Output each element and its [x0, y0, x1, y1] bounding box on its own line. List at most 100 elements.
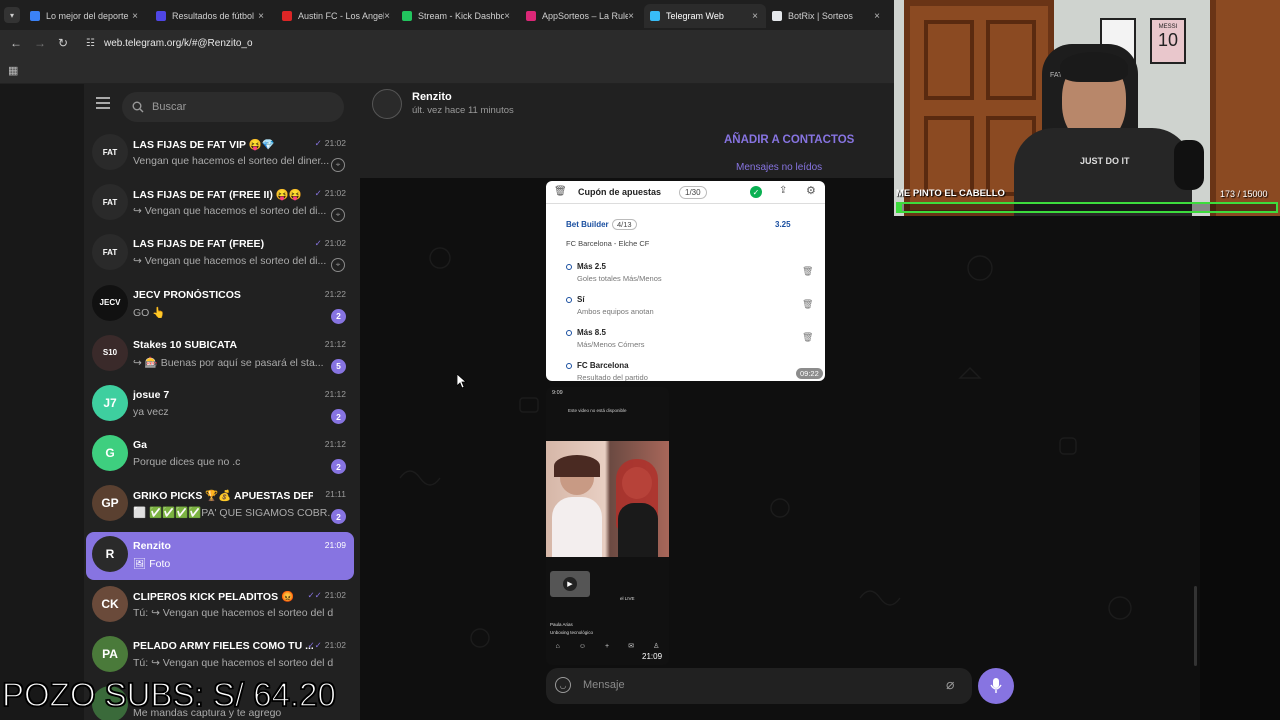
jersey-frame-right: MESSI 10 — [1150, 18, 1186, 64]
goal-progress-bar — [896, 202, 1278, 213]
add-contact-button[interactable]: AÑADIR A CONTACTOS — [724, 134, 854, 146]
person-left-hair — [554, 455, 600, 477]
scrollbar[interactable] — [1194, 586, 1197, 666]
chat-time — [343, 690, 346, 700]
tab-close-icon[interactable]: × — [132, 11, 138, 22]
divider — [546, 203, 825, 204]
chat-time: ✓ 21:02 — [315, 138, 346, 149]
emoji-icon[interactable]: ◡ — [555, 677, 571, 693]
coupon-selection: Más 8.5 Más/Menos Córners 🗑 — [546, 325, 825, 355]
chat-list-item[interactable]: CK CLIPEROS KICK PELADITOS 😡 Tú: ↪ Vengan … — [86, 582, 354, 630]
tab-search-button[interactable]: ▾ — [4, 7, 20, 23]
bet-builder-label: Bet Builder — [566, 220, 609, 229]
message-input[interactable]: Mensaje — [583, 679, 625, 691]
chat-list-item[interactable]: FAT LAS FIJAS DE FAT VIP 😝💎 Vengan que hac… — [86, 130, 354, 178]
back-icon[interactable]: ← — [10, 36, 22, 50]
chat-time: 21:22 — [322, 289, 346, 299]
tab-close-icon[interactable]: × — [628, 11, 634, 22]
tab-close-icon[interactable]: × — [874, 11, 880, 22]
trash-icon: 🗑 — [802, 299, 814, 309]
browser-tab[interactable]: Resultados de fútbol × — [150, 4, 272, 28]
coupon-selection: Sí Ambos equipos anotan 🗑 — [546, 292, 825, 322]
browser-tab[interactable]: BotRix | Sorteos × — [766, 4, 888, 28]
browser-tab[interactable]: Stream - Kick Dashboard× — [396, 4, 518, 28]
chat-avatar: PA — [92, 636, 128, 672]
chat-avatar: GP — [92, 485, 128, 522]
door-panel — [924, 116, 974, 196]
contact-avatar[interactable] — [372, 89, 402, 119]
chat-time: 21:12 — [322, 439, 346, 449]
bookmarks-bar: ▦ — [0, 58, 894, 84]
microphone-icon — [990, 678, 1002, 693]
webcam-overlay: MESSI 10 FATTO JUST DO IT ME PINTO EL CA… — [894, 0, 1280, 216]
chat-time: ✓✓ 21:02 — [307, 590, 346, 601]
tab-close-icon[interactable]: × — [258, 11, 264, 22]
friends-icon: ☺ — [578, 642, 586, 650]
left-gutter — [0, 84, 84, 720]
tab-favicon — [650, 11, 660, 21]
site-info-icon[interactable]: ☷ — [86, 38, 95, 49]
live-label: el LIVE — [620, 596, 635, 601]
photo-time: 21:09 — [642, 652, 663, 661]
chat-list-item[interactable]: S10 Stakes 10 SUBICATA ↪ 🎰 Buenas por aquí… — [86, 331, 354, 379]
voice-record-button[interactable] — [978, 668, 1014, 704]
selection-pick: Más 2.5 — [577, 262, 606, 271]
selection-pick: FC Barcelona — [577, 361, 629, 370]
tab-label: Lo mejor del deporte — [46, 11, 129, 21]
chat-preview: Tú: ↪ Vengan que hacemos el sorteo del d… — [133, 657, 333, 669]
pin-icon: ⌖ — [331, 158, 345, 172]
chat-list-item[interactable]: R Renzito 🖼 Foto 21:09 — [86, 531, 354, 580]
browser-tab[interactable]: Lo mejor del deporte × — [24, 4, 146, 28]
coupon-count: 1/30 — [679, 186, 707, 199]
pin-icon: ⌖ — [331, 208, 345, 223]
browser-tab[interactable]: Austin FC - Los Angeles× — [276, 4, 398, 28]
chat-avatar: G — [92, 435, 128, 472]
microphone-arm — [1174, 140, 1204, 190]
selection-dot — [566, 297, 572, 303]
chat-list-item[interactable]: G Ga Porque dices que no .c 21:12 2 — [86, 431, 354, 479]
message-composer[interactable]: ◡ Mensaje ⌀ — [546, 668, 972, 704]
apps-grid-icon[interactable]: ▦ — [8, 64, 18, 77]
forward-icon[interactable]: → — [34, 36, 46, 50]
contact-name[interactable]: Renzito — [412, 91, 452, 103]
selection-dot — [566, 330, 572, 336]
chat-name: Renzito — [133, 539, 171, 552]
chat-time-text: 21:02 — [324, 238, 346, 249]
inbox-icon: ✉ — [628, 643, 635, 650]
chat-avatar: R — [92, 535, 128, 572]
browser-tab[interactable]: AppSorteos – La Ruleta × — [520, 4, 642, 28]
tab-close-icon[interactable]: × — [504, 11, 510, 22]
chat-list-item[interactable]: J7 josue 7 ya vecz 21:12 2 — [86, 381, 354, 429]
chat-list-item[interactable]: JECV JECV PRONÓSTICOS GO 👆 21:22 2 — [86, 281, 354, 329]
tab-close-icon[interactable]: × — [752, 11, 758, 22]
right-scroll-strip — [1194, 216, 1280, 720]
phone-photo-message[interactable]: 9:09 Este video no está disponible ▶ el … — [546, 387, 669, 665]
tab-close-icon[interactable]: × — [384, 11, 390, 22]
phone-tag: Unboxing tecnológico — [550, 630, 594, 635]
cam-counter: 173 / 15000 — [1220, 189, 1268, 199]
person-left-shirt — [552, 497, 602, 557]
chat-preview: GO 👆 — [133, 306, 166, 319]
unread-badge: 2 — [331, 308, 346, 324]
coupon-photo-message[interactable]: 🗑 Cupón de apuestas 1/30 ✓ ⇪ ⚙ Bet Build… — [546, 181, 825, 381]
chat-time-text: 21:02 — [324, 188, 346, 199]
phone-user: Paula Arias — [550, 622, 573, 627]
chat-list-item[interactable]: PA PELADO ARMY FIELES COMO TU ... Tú: ↪ Ve… — [86, 632, 354, 680]
chat-preview: Porque dices que no .c — [133, 456, 241, 469]
attach-icon[interactable]: ⌀ — [946, 676, 954, 693]
reload-icon[interactable]: ↻ — [58, 36, 68, 50]
tab-favicon — [772, 11, 782, 21]
browser-tab[interactable]: Telegram Web × — [644, 4, 766, 28]
last-seen: últ. vez hace 11 minutos — [412, 105, 514, 116]
chat-list-item[interactable]: FAT LAS FIJAS DE FAT (FREE II) 😝😝 ↪ Vengan… — [86, 180, 354, 228]
chat-list-item[interactable]: GP GRIKO PICKS 🏆💰 APUESTAS DEPO... ⬜ ✅✅✅✅P… — [86, 481, 354, 529]
search-input[interactable]: Buscar — [122, 92, 344, 122]
chat-preview: 🖼 Foto — [133, 557, 171, 570]
url-field[interactable]: web.telegram.org/k/#@Renzito_o — [104, 38, 253, 49]
chat-preview: Tú: ↪ Vengan que hacemos el sorteo del d… — [133, 606, 333, 619]
chat-avatar: FAT — [92, 234, 128, 271]
menu-icon[interactable] — [96, 97, 110, 109]
chat-list-item[interactable]: FAT LAS FIJAS DE FAT (FREE) ↪ Vengan que h… — [86, 230, 354, 278]
chat-name: LAS FIJAS DE FAT (FREE) — [133, 238, 265, 251]
trash-icon: 🗑 — [554, 186, 567, 197]
